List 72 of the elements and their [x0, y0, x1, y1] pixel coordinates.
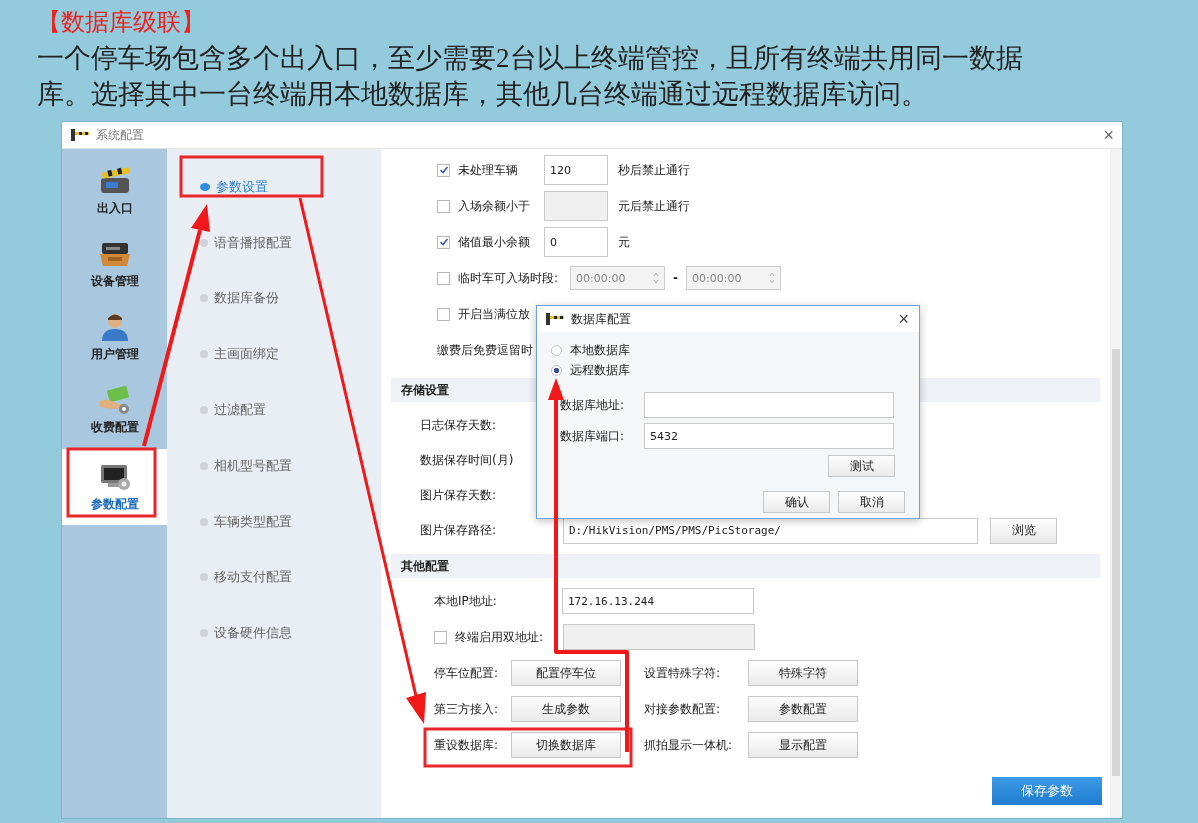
spinner-arrows-icon[interactable]: [653, 270, 660, 286]
nav-item[interactable]: 设备管理: [62, 228, 167, 301]
action-button[interactable]: 切换数据库: [511, 732, 621, 758]
action-button[interactable]: 配置停车位: [511, 660, 621, 686]
field-label: 对接参数配置:: [644, 700, 722, 718]
field-label: 开启当满位放: [458, 305, 530, 323]
submenu-item[interactable]: 数据库备份: [167, 270, 381, 327]
submenu-item[interactable]: 相机型号配置: [167, 438, 381, 494]
scrollbar[interactable]: [1110, 149, 1122, 818]
nav-item[interactable]: 收费配置: [62, 374, 167, 447]
close-button[interactable]: ×: [888, 309, 919, 329]
field-label: 日志保存天数:: [420, 417, 498, 434]
action-button[interactable]: 生成参数: [511, 696, 621, 722]
field-label: 数据库端口:: [559, 427, 626, 445]
save-button[interactable]: 保存参数: [992, 777, 1102, 805]
field-label: 储值最小余额: [458, 233, 531, 251]
barrier-gate-icon: [70, 128, 90, 142]
radio-label: 远程数据库: [570, 361, 630, 379]
money-hand-icon: [97, 385, 132, 415]
input-field[interactable]: 172.16.13.244: [562, 588, 754, 614]
input-field[interactable]: [644, 392, 894, 418]
slide-paragraph: 一个停车场包含多个出入口，至少需要2台以上终端管控，且所有终端共用同一数据库。选择其中一台终端用本地数据库，其他几台终端通过远程数据库访问。: [37, 42, 1024, 111]
path-field[interactable]: D:/HikVision/PMS/PMS/PicStorage/: [563, 517, 978, 544]
barrier-gate-icon: [545, 312, 565, 326]
field-label: 终端启用双地址:: [455, 628, 545, 646]
input-field[interactable]: 0: [544, 227, 608, 257]
radio-label: 本地数据库: [570, 341, 630, 359]
radio-button[interactable]: [551, 364, 562, 376]
field-label: 图片保存路径:: [420, 522, 498, 539]
field-label: 缴费后免费逗留时: [437, 341, 533, 359]
field-label: 本地IP地址:: [434, 592, 498, 610]
dialog-button[interactable]: 取消: [838, 491, 905, 513]
field-label: 数据保存时间(月): [420, 452, 515, 469]
dialog-button[interactable]: 确认: [763, 491, 830, 513]
checkbox[interactable]: [437, 163, 450, 177]
field-label: 重设数据库:: [434, 736, 500, 754]
unit-label: 秒后禁止通行: [618, 161, 690, 179]
submenu-item[interactable]: 车辆类型配置: [167, 493, 381, 550]
spinner-arrows-icon[interactable]: [769, 270, 776, 286]
submenu-item[interactable]: 设备硬件信息: [167, 605, 381, 662]
field-label: 临时车可入场时段:: [458, 269, 559, 287]
field-label: 设置特殊字符:: [644, 664, 722, 682]
field-label: 图片保存天数:: [420, 487, 498, 504]
range-separator: -: [673, 271, 679, 285]
slide-title: 【数据库级联】: [37, 8, 206, 37]
field-label: 第三方接入:: [434, 700, 500, 718]
submenu-item[interactable]: 主画面绑定: [167, 326, 381, 383]
action-button[interactable]: 特殊字符: [748, 660, 858, 686]
action-button[interactable]: 显示配置: [748, 732, 858, 758]
unit-label: 元: [618, 233, 630, 251]
checkbox[interactable]: [437, 307, 450, 321]
nav-item[interactable]: 用户管理: [62, 301, 167, 374]
close-button[interactable]: ×: [1099, 125, 1118, 145]
field-label: 抓拍显示一体机:: [644, 736, 734, 754]
section-header: 其他配置: [391, 554, 1100, 578]
checkbox[interactable]: [437, 235, 450, 249]
browse-button[interactable]: 浏览: [990, 517, 1057, 544]
window-title: 系统配置: [96, 126, 144, 144]
action-button[interactable]: 参数配置: [748, 696, 858, 722]
field-label: 入场余额小于: [458, 197, 531, 215]
nav-item[interactable]: 出入口: [62, 155, 167, 228]
input-field[interactable]: 5432: [644, 423, 894, 449]
radio-button[interactable]: [551, 344, 562, 356]
submenu-item[interactable]: 移动支付配置: [167, 549, 381, 606]
dialog-title: 数据库配置: [571, 310, 631, 328]
input-field[interactable]: 120: [544, 155, 608, 185]
unit-label: 元后禁止通行: [618, 197, 690, 215]
field-label: 停车位配置:: [434, 664, 500, 682]
field-label: 未处理车辆: [458, 161, 519, 179]
submenu-item[interactable]: 过滤配置: [167, 382, 381, 438]
checkbox[interactable]: [437, 271, 450, 285]
test-button[interactable]: 测试: [828, 455, 895, 477]
